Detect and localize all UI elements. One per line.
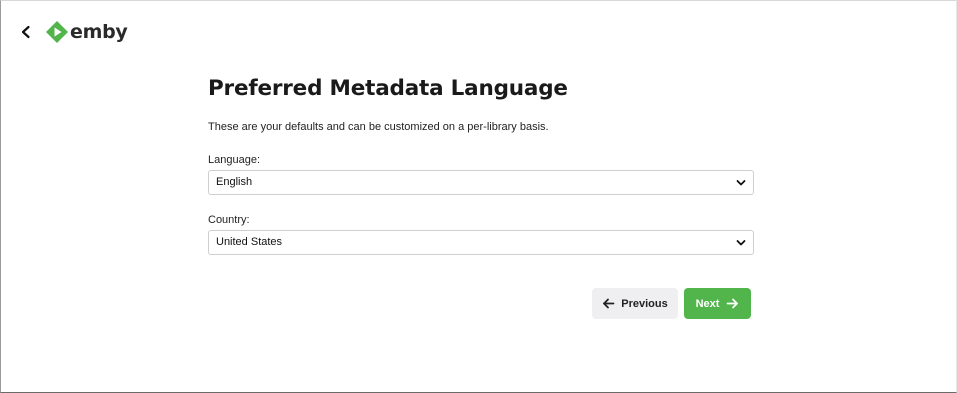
page-title: Preferred Metadata Language bbox=[208, 76, 568, 101]
country-label: Country: bbox=[208, 214, 250, 226]
country-select-value: United States bbox=[216, 236, 283, 248]
emby-logo-icon bbox=[46, 21, 68, 43]
arrow-right-icon bbox=[727, 298, 739, 309]
country-select[interactable]: United States bbox=[208, 230, 754, 255]
arrow-left-icon bbox=[603, 298, 615, 309]
previous-button-label: Previous bbox=[621, 297, 668, 310]
chevron-down-icon bbox=[736, 240, 746, 246]
emby-logo[interactable]: emby bbox=[46, 20, 128, 44]
next-button[interactable]: Next bbox=[684, 288, 751, 319]
app-header: emby bbox=[0, 0, 957, 62]
arrow-back-icon bbox=[21, 25, 30, 39]
previous-button[interactable]: Previous bbox=[592, 288, 678, 319]
page-description: These are your defaults and can be custo… bbox=[208, 121, 549, 133]
logo-text: emby bbox=[70, 21, 128, 43]
next-button-label: Next bbox=[695, 297, 720, 310]
language-select-value: English bbox=[216, 176, 253, 188]
chevron-down-icon bbox=[736, 180, 746, 186]
back-button[interactable] bbox=[14, 20, 38, 44]
language-label: Language: bbox=[208, 154, 260, 166]
language-select[interactable]: English bbox=[208, 170, 754, 195]
